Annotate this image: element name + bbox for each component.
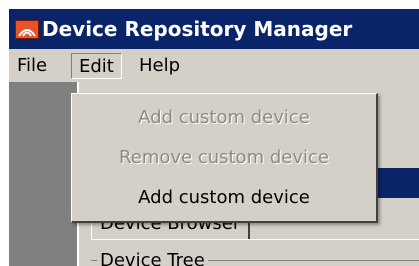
menu-item-remove-custom-device: Remove custom device — [119, 147, 329, 168]
menu-edit[interactable]: Edit — [71, 53, 122, 79]
tab-panel-edge — [91, 239, 419, 240]
app-logo-icon — [15, 20, 39, 39]
title-bar[interactable]: Device Repository Manager — [9, 9, 419, 49]
menu-bar: File Edit Help — [9, 49, 419, 82]
window-title: Device Repository Manager — [42, 17, 353, 41]
app-window: Device Repository Manager File Edit Help… — [8, 8, 419, 266]
device-tree-group-label: Device Tree — [97, 250, 208, 266]
edit-menu-dropdown: Add custom device Remove custom device A… — [71, 93, 378, 223]
menu-help[interactable]: Help — [132, 53, 187, 79]
menu-item-add-custom-device[interactable]: Add custom device — [72, 180, 376, 216]
menu-item-add-custom-device-disabled: Add custom device — [138, 107, 310, 128]
menu-file[interactable]: File — [10, 53, 54, 79]
